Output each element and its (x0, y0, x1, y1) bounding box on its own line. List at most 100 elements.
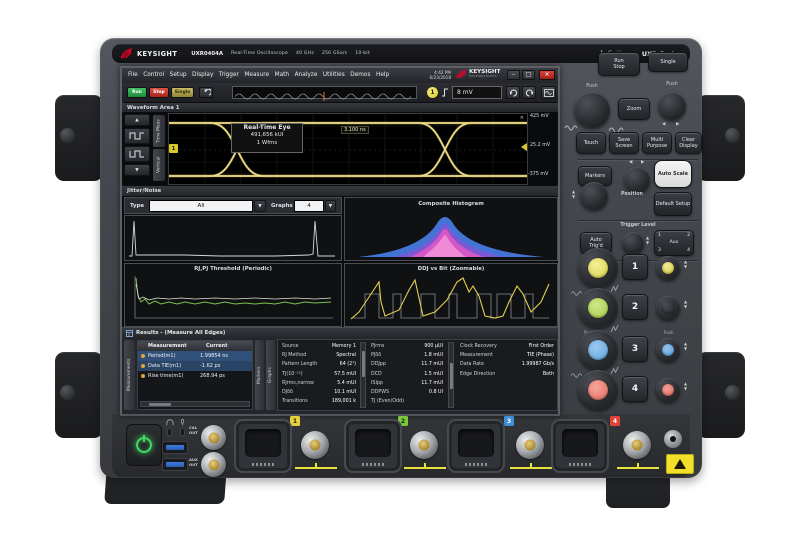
ch1-scale-knob[interactable] (578, 248, 618, 288)
menu-file[interactable]: File (128, 72, 138, 78)
composite-histogram-chart[interactable]: Composite Histogram (344, 197, 558, 261)
sine-small-icon (564, 124, 578, 132)
ch2-scale-knob[interactable] (578, 288, 618, 328)
single-button-panel[interactable]: Single (648, 52, 688, 72)
menu-measure[interactable]: Measure (244, 72, 269, 78)
tab-time-meas[interactable]: Time Meas (153, 115, 165, 147)
position-knob[interactable] (580, 182, 608, 210)
left-top-clamp (55, 95, 103, 181)
menu-display[interactable]: Display (192, 72, 213, 78)
stats-vscrollbar[interactable] (448, 342, 454, 408)
ch4-scale-knob[interactable] (578, 370, 618, 410)
menu-math[interactable]: Math (275, 72, 290, 78)
ddj-vs-bit-plot (345, 272, 555, 324)
ch2-ground-tick (424, 463, 426, 469)
noise-zigzag-icon (610, 284, 621, 293)
table-row[interactable]: Rise time(m1) 268.94 ps (138, 371, 252, 381)
tab-vertical[interactable]: Vertical (153, 149, 165, 181)
menu-demos[interactable]: Demos (350, 72, 370, 78)
ch2-button[interactable]: 2 (622, 294, 648, 320)
ch4-button[interactable]: 4 (622, 376, 648, 402)
tie-histogram-chart[interactable] (124, 215, 342, 261)
scrollbar-thumb[interactable] (362, 351, 365, 377)
scale-up-button[interactable]: ▲ (124, 114, 150, 126)
axis-label-top: 425 mV (530, 114, 549, 119)
ch3-offset-knob[interactable] (656, 338, 680, 362)
zoom-button[interactable]: Zoom (618, 98, 650, 120)
ch3-scale-knob[interactable] (578, 330, 618, 370)
results-title: Results - (Measure All Edges) (136, 330, 225, 336)
stats-vscrollbar[interactable] (360, 342, 366, 408)
tab-graphs-collapsed[interactable]: Graphs (266, 340, 275, 410)
ch1-offset-knob[interactable] (656, 256, 680, 280)
horizontal-position-knob[interactable] (658, 92, 686, 120)
push-hint-left: Push (580, 84, 604, 89)
clear-display-button[interactable]: Clear Display (675, 132, 702, 154)
headphone-jack (167, 428, 172, 436)
pattern-button-2[interactable] (124, 146, 150, 162)
measurement-color-dot (141, 354, 145, 358)
table-row[interactable]: Data TIE(m1) -1.62 ps (138, 361, 252, 371)
clear-display-icon[interactable] (199, 87, 213, 98)
table-row[interactable]: Period(m1) 1.99854 ns (138, 351, 252, 361)
rj-pj-threshold-chart[interactable]: RJ,PJ Threshold (Periodic) (124, 263, 342, 327)
rj-pj-threshold-plot (125, 272, 339, 324)
power-button[interactable] (126, 424, 162, 466)
scrollbar-thumb[interactable] (450, 363, 453, 389)
aux-out-connector (201, 452, 226, 477)
menu-trigger[interactable]: Trigger (219, 72, 239, 78)
ch3-button[interactable]: 3 (622, 336, 648, 362)
touch-button[interactable]: Touch (576, 132, 606, 154)
run-stop-button[interactable]: RunStop (598, 52, 640, 76)
aux-label[interactable]: Aux (670, 240, 679, 246)
menu-control[interactable]: Control (143, 72, 164, 78)
save-screen-button[interactable]: Save Screen (609, 132, 639, 154)
stop-button[interactable]: Stop (149, 87, 169, 98)
multi-purpose-button[interactable]: Multi Purpose (642, 132, 672, 154)
waveform-preview-strip[interactable] (232, 86, 417, 99)
trigger-level-marker[interactable] (521, 143, 527, 151)
waveform-close-icon[interactable]: × (520, 115, 524, 121)
ddj-vs-bit-chart[interactable]: DDJ vs Bit (Zoomable) (344, 263, 558, 327)
maximize-button[interactable]: □ (522, 70, 535, 80)
scrollbar-thumb[interactable] (149, 403, 171, 406)
minimize-button[interactable]: – (507, 70, 520, 80)
scale-down-button[interactable]: ▼ (124, 164, 150, 176)
table-hscrollbar[interactable] (140, 401, 250, 407)
type-dropdown[interactable]: All (149, 200, 253, 212)
menu-analyze[interactable]: Analyze (295, 72, 318, 78)
close-button[interactable]: × (539, 70, 555, 80)
menu-setup[interactable]: Setup (170, 72, 187, 78)
trigger-source-badge[interactable]: 1 (427, 87, 438, 98)
single-button[interactable]: Single (171, 87, 194, 98)
graphs-down-icon[interactable]: ▼ (325, 200, 336, 212)
ch1-button[interactable]: 1 (622, 254, 648, 280)
ch2-knob-cap (662, 302, 674, 314)
ch2-offset-knob[interactable] (656, 296, 680, 320)
default-setup-button[interactable]: Default Setup (654, 192, 692, 216)
trigger-level-knob[interactable] (622, 232, 644, 254)
run-button[interactable]: Run (127, 87, 147, 98)
scope-display-icon[interactable] (541, 86, 556, 99)
ch4-offset-knob[interactable] (656, 378, 680, 402)
trigger-level-field[interactable]: 8 mV (452, 86, 502, 99)
type-dropdown-arrow-icon[interactable]: ▼ (254, 200, 266, 212)
menu-utilities[interactable]: Utilities (323, 72, 345, 78)
undo-icon[interactable] (506, 86, 520, 99)
horizontal-scale-knob[interactable] (574, 92, 610, 128)
ch1-probe-slot (234, 419, 292, 473)
ch4-knob-cap (588, 380, 608, 400)
pattern-button-1[interactable] (124, 128, 150, 144)
trigger-level-label: Trigger Level (600, 223, 676, 228)
menu-help[interactable]: Help (376, 72, 389, 78)
keysight-spark-icon (120, 48, 133, 59)
markers-knob[interactable] (624, 167, 650, 193)
auto-scale-button[interactable]: Auto Scale (654, 160, 692, 188)
ch4-knob-cap (662, 384, 674, 396)
eye-diagram-graph[interactable]: Real-Time Eye 491,656 kUI 1 Wfms 3.100 n… (168, 113, 528, 185)
tab-measurements[interactable]: Measurements (124, 340, 135, 410)
redo-icon[interactable] (522, 86, 536, 99)
tab-markers-collapsed[interactable]: Markers (255, 340, 264, 410)
graphs-dropdown[interactable]: 4 (294, 200, 324, 212)
trigger-source-pad[interactable]: 1 2 Aux 3 4 (654, 230, 694, 256)
